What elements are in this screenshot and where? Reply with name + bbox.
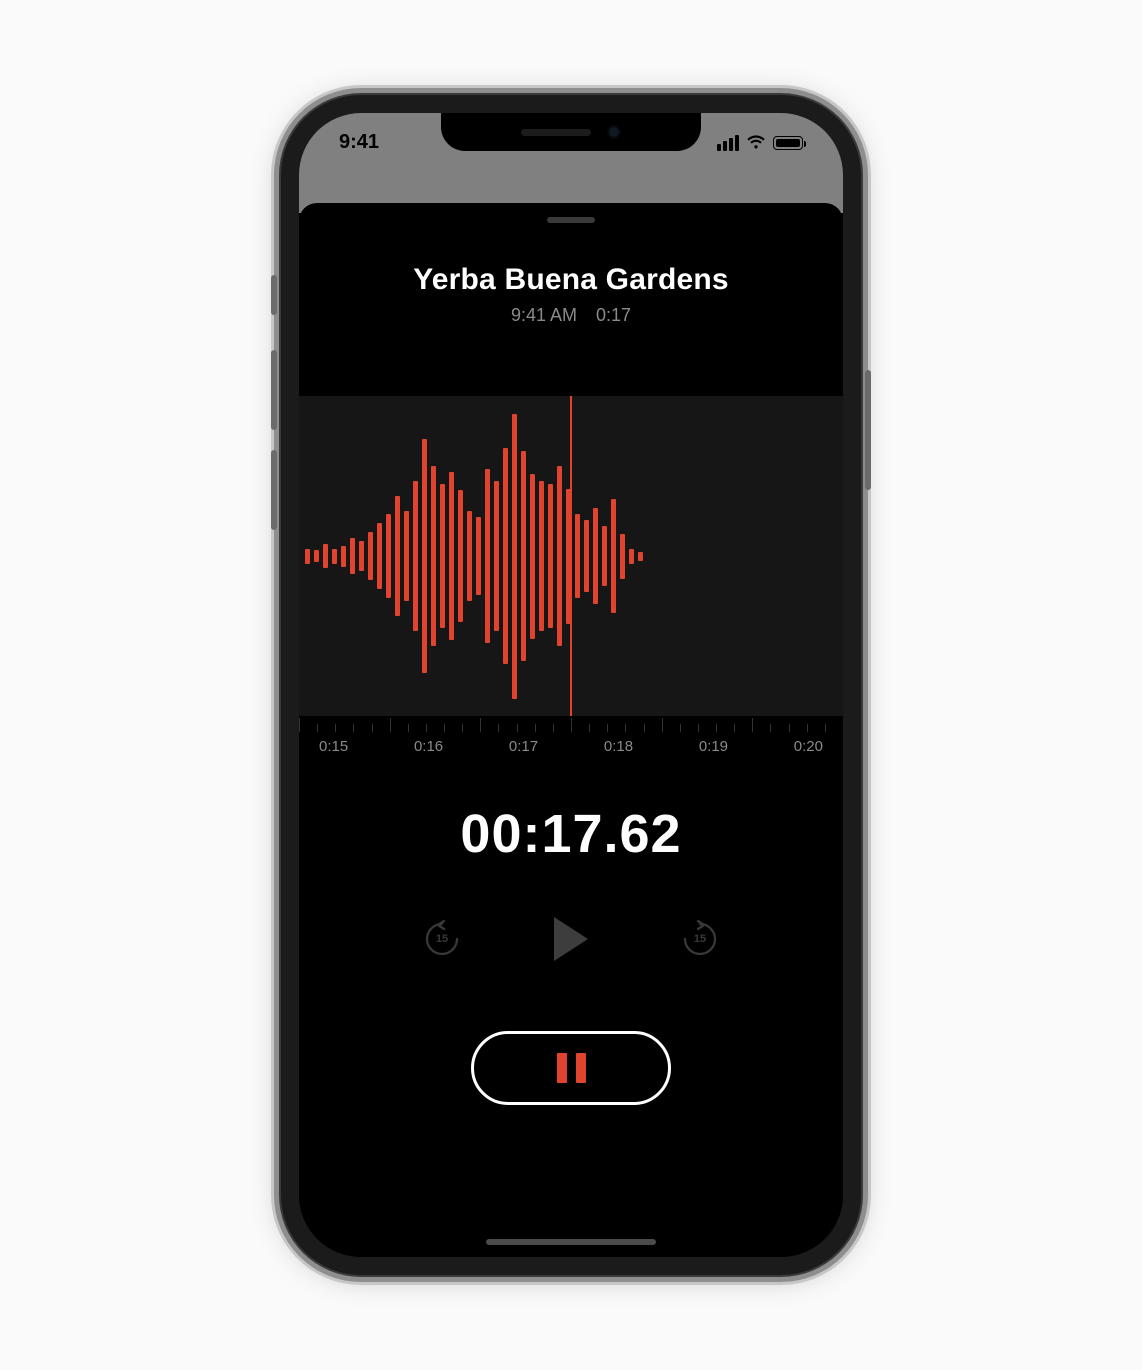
pause-button[interactable] <box>471 1031 671 1105</box>
status-time: 9:41 <box>339 131 379 154</box>
sheet-grabber[interactable] <box>547 217 595 223</box>
time-tick-labels: 0:15 0:16 0:17 0:18 0:19 0:20 <box>299 732 843 755</box>
device-frame: 9:41 Yerba Buena Gardens 9:41 AM 0:17 <box>281 95 861 1275</box>
earpiece <box>521 129 591 136</box>
front-camera <box>607 125 621 139</box>
cellular-signal-icon <box>717 135 739 151</box>
waveform-area[interactable]: 0:15 0:16 0:17 0:18 0:19 0:20 <box>299 396 843 755</box>
recording-subtitle: 9:41 AM 0:17 <box>299 305 843 326</box>
recording-duration: 0:17 <box>596 305 631 325</box>
recording-time-of-day: 9:41 AM <box>511 305 577 325</box>
play-button[interactable] <box>554 917 588 961</box>
time-ruler <box>299 718 843 732</box>
playhead[interactable] <box>570 396 572 716</box>
time-tick: 0:20 <box>794 738 823 755</box>
pause-icon <box>557 1053 567 1083</box>
transport-controls: 15 15 <box>299 917 843 961</box>
mute-switch[interactable] <box>271 275 277 315</box>
side-button[interactable] <box>865 370 871 490</box>
recording-sheet: Yerba Buena Gardens 9:41 AM 0:17 0:150:1… <box>299 203 843 1257</box>
skip-forward-button[interactable]: 15 <box>678 917 722 961</box>
elapsed-time: 00:17.62 <box>299 803 843 865</box>
battery-icon <box>773 136 803 150</box>
pause-icon <box>576 1053 586 1083</box>
skip-back-button[interactable]: 15 <box>420 917 464 961</box>
recording-title[interactable]: Yerba Buena Gardens <box>299 263 843 297</box>
home-indicator[interactable] <box>486 1239 656 1245</box>
notch <box>441 113 701 151</box>
time-tick: 0:18 <box>604 738 633 755</box>
skip-back-seconds: 15 <box>436 933 448 945</box>
screen: 9:41 Yerba Buena Gardens 9:41 AM 0:17 <box>299 113 843 1257</box>
volume-down-button[interactable] <box>271 450 277 530</box>
skip-forward-seconds: 15 <box>694 933 706 945</box>
time-tick: 0:16 <box>414 738 443 755</box>
time-tick: 0:15 <box>319 738 348 755</box>
time-tick: 0:19 <box>699 738 728 755</box>
time-tick: 0:17 <box>509 738 538 755</box>
wifi-icon <box>746 135 766 150</box>
volume-up-button[interactable] <box>271 350 277 430</box>
